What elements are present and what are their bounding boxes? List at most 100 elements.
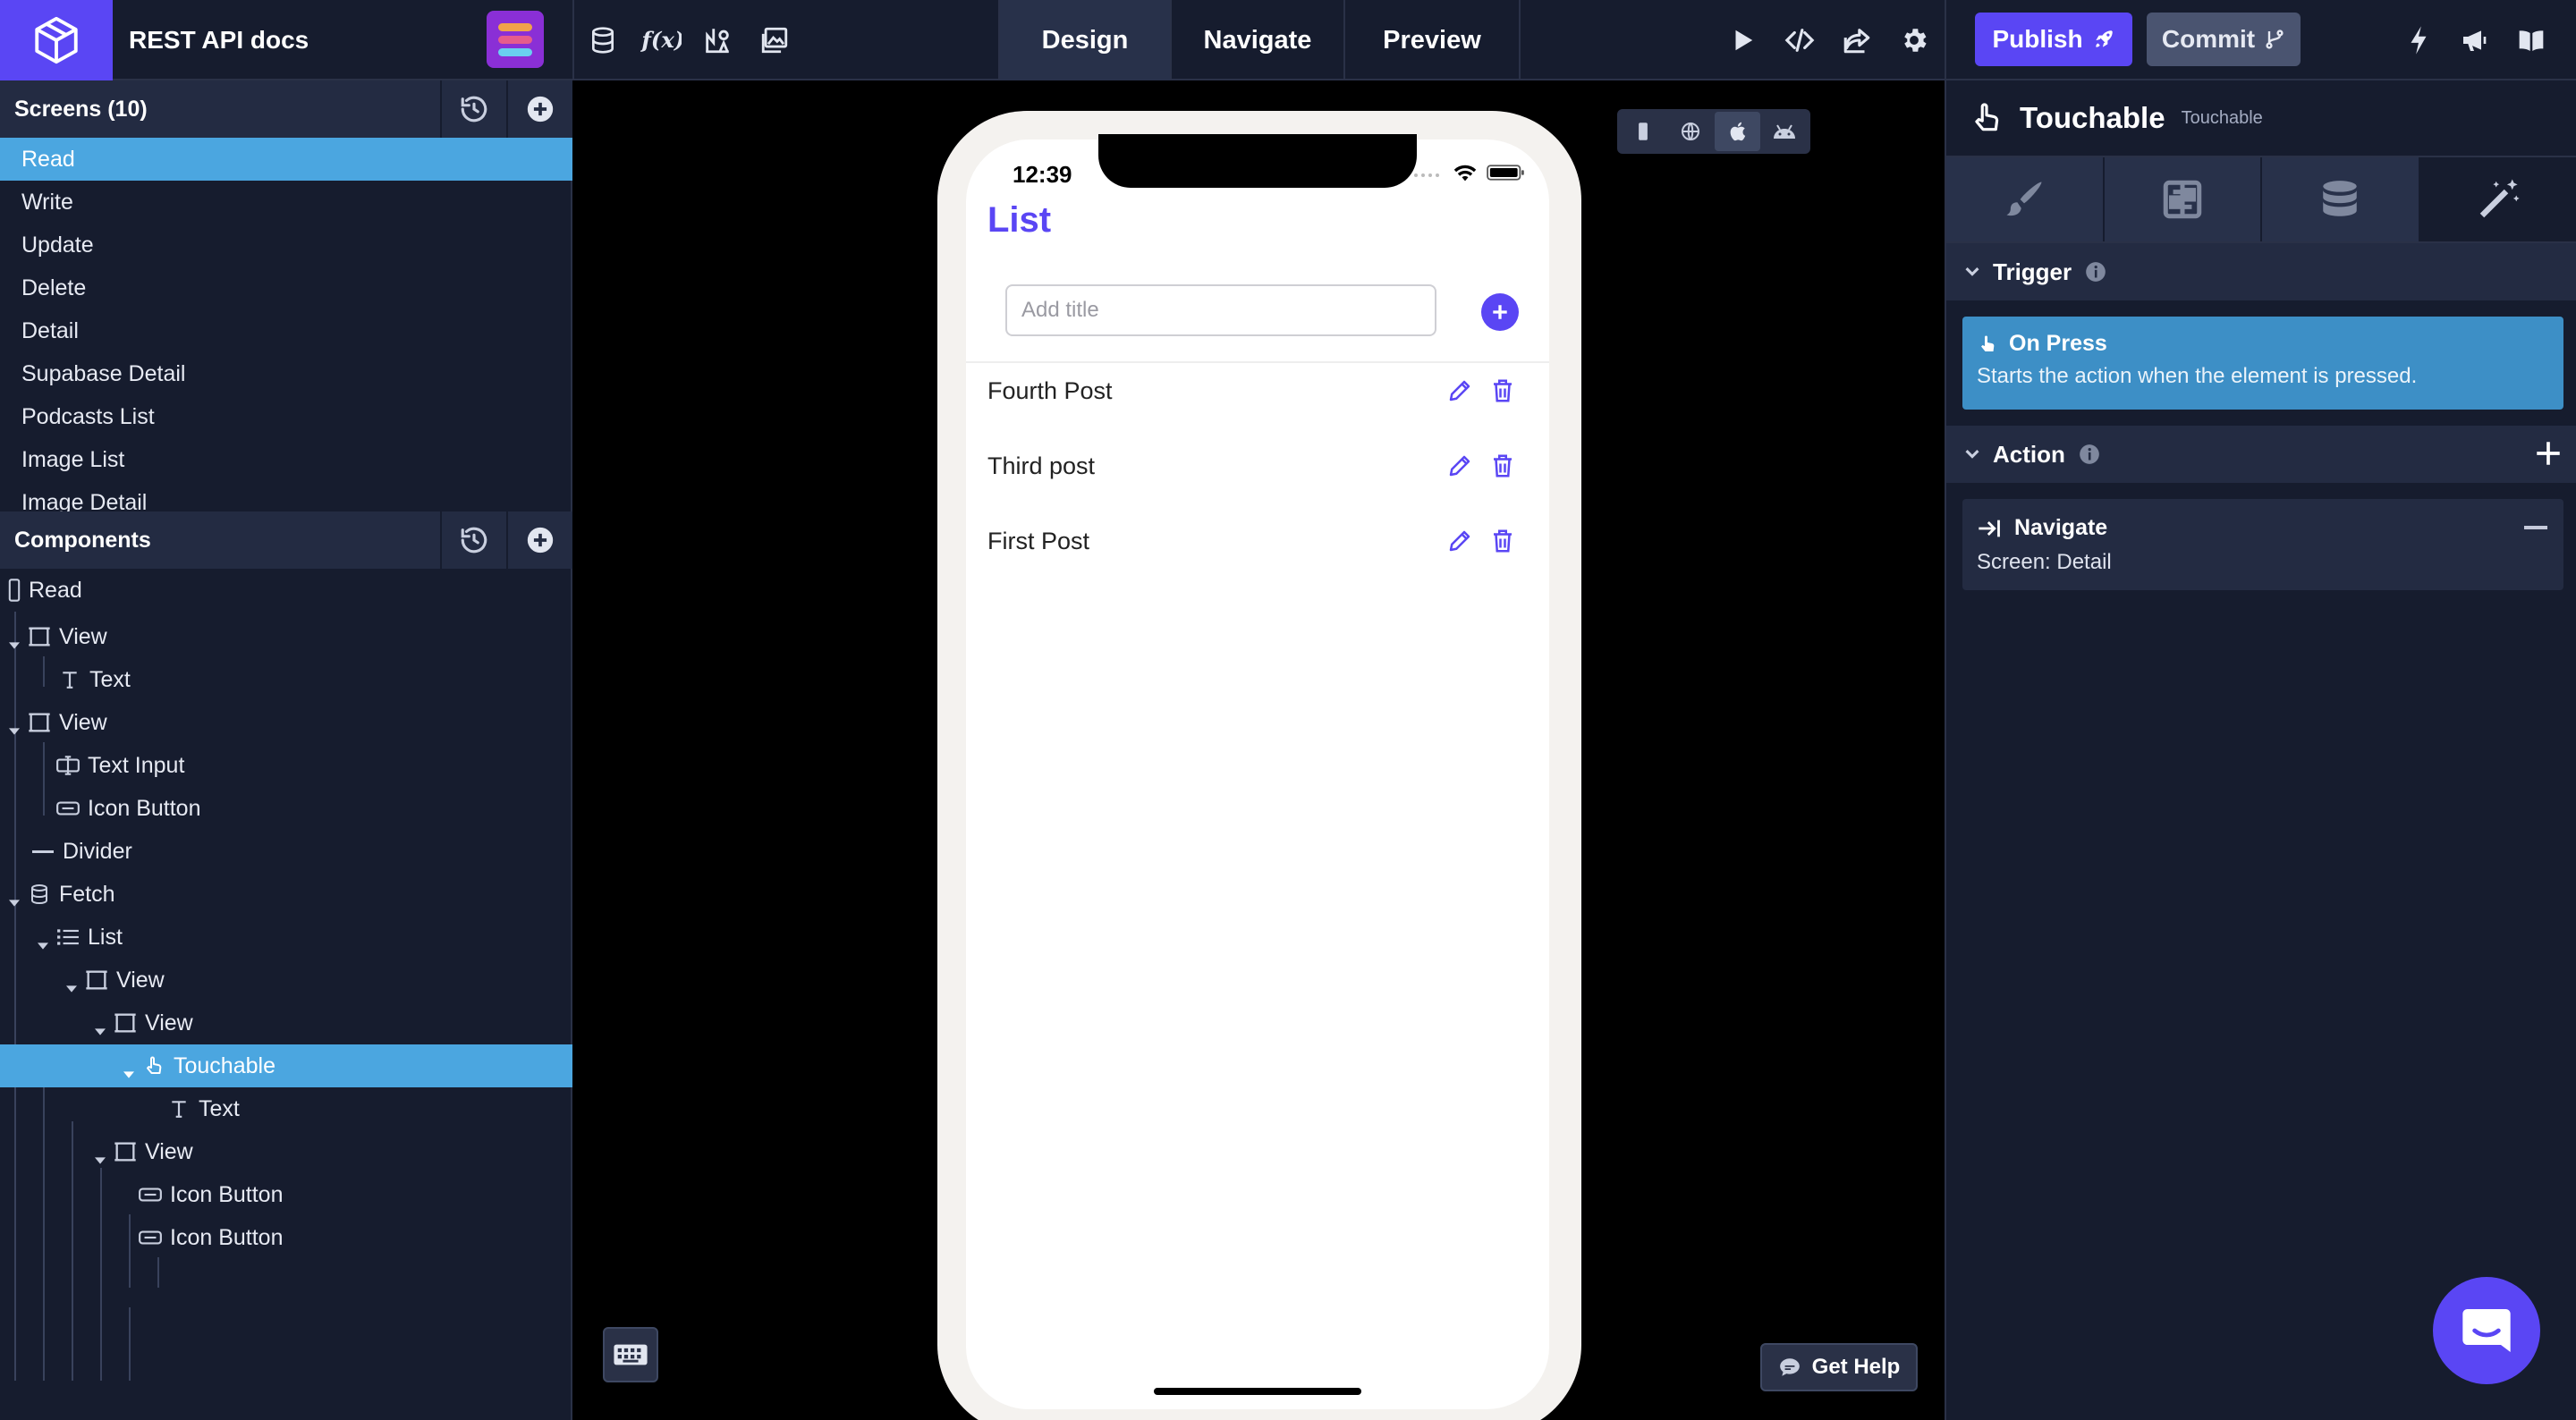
action-section-header[interactable]: Action [1946, 426, 2576, 483]
screen-item-supabase-detail[interactable]: Supabase Detail [0, 352, 572, 395]
screen-item-delete[interactable]: Delete [0, 266, 572, 309]
screen-item-detail[interactable]: Detail [0, 309, 572, 352]
phone-divider [966, 361, 1549, 363]
tree-node-icon-button[interactable]: Icon Button [0, 1216, 572, 1259]
tree-node-icon-button[interactable]: Icon Button [0, 1173, 572, 1216]
tree-node-icon-button[interactable]: Icon Button [0, 787, 572, 830]
tab-data[interactable] [2262, 157, 2420, 241]
delete-post-button[interactable] [1481, 444, 1524, 487]
brush-icon [2006, 182, 2042, 216]
tab-navigate[interactable]: Navigate [1172, 0, 1345, 80]
app-avatar[interactable] [487, 11, 544, 68]
keyboard-shortcuts-button[interactable] [603, 1327, 658, 1382]
tree-node-view[interactable]: View [0, 1002, 572, 1044]
add-screen-button[interactable] [506, 80, 572, 138]
trigger-card[interactable]: On Press Starts the action when the elem… [1962, 317, 2563, 410]
tree-node-text[interactable]: Text [0, 658, 572, 701]
edit-post-button[interactable] [1438, 520, 1481, 562]
tab-preview[interactable]: Preview [1345, 0, 1521, 80]
edit-post-button[interactable] [1438, 444, 1481, 487]
tab-style[interactable] [1946, 157, 2105, 241]
trigger-section-header[interactable]: Trigger [1946, 243, 2576, 300]
lightning-icon[interactable] [2401, 22, 2436, 58]
view-icon [113, 1010, 138, 1035]
inspector-title: Touchable [2020, 101, 2165, 134]
chevron-down-icon [95, 1146, 106, 1164]
tree-node-fetch[interactable]: Fetch [0, 873, 572, 916]
app-logo[interactable] [0, 0, 113, 80]
tree-node-view[interactable]: View [0, 959, 572, 1002]
megaphone-icon[interactable] [2456, 22, 2492, 58]
get-help-button[interactable]: Get Help [1760, 1343, 1918, 1391]
delete-post-button[interactable] [1481, 369, 1524, 412]
database-icon[interactable] [585, 22, 621, 58]
commit-button[interactable]: Commit [2147, 13, 2301, 66]
media-icon[interactable] [757, 22, 792, 58]
tree-node-list[interactable]: List [0, 916, 572, 959]
add-component-button[interactable] [506, 511, 572, 569]
remove-action-button[interactable] [2524, 526, 2547, 529]
book-icon[interactable] [2513, 22, 2549, 58]
android-icon[interactable] [1762, 112, 1808, 151]
tree-node-touchable[interactable]: Touchable [0, 1044, 572, 1087]
components-history-button[interactable] [440, 511, 506, 569]
assets-icon[interactable] [699, 22, 735, 58]
code-icon[interactable] [1782, 22, 1818, 58]
post-row[interactable]: Fourth Post [987, 368, 1524, 413]
tree-node-text[interactable]: Text [0, 1087, 572, 1130]
add-post-button[interactable] [1481, 293, 1519, 331]
tree-node-label: Touchable [174, 1052, 275, 1078]
add-title-input[interactable]: Add title [1005, 284, 1436, 336]
trash-icon [1494, 454, 1512, 478]
tab-interactions[interactable] [2419, 157, 2576, 241]
get-help-label: Get Help [1811, 1355, 1901, 1379]
settings-icon[interactable] [1896, 22, 1932, 58]
chevron-down-icon [66, 975, 77, 993]
app-title[interactable]: REST API docs [129, 0, 309, 80]
delete-post-button[interactable] [1481, 520, 1524, 562]
publish-button[interactable]: Publish [1975, 13, 2132, 66]
info-icon[interactable] [2078, 443, 2101, 466]
screen-item-podcasts-list[interactable]: Podcasts List [0, 395, 572, 438]
tree-node-label: Text [89, 666, 131, 692]
info-icon[interactable] [2084, 260, 2107, 283]
tree-node-view[interactable]: View [0, 1130, 572, 1173]
screen-item-image-detail[interactable]: Image Detail [0, 481, 572, 511]
action-card[interactable]: Navigate Screen: Detail [1962, 499, 2563, 590]
trigger-description: Starts the action when the element is pr… [1977, 364, 2418, 388]
screen-item-read[interactable]: Read [0, 138, 572, 181]
status-time: 12:39 [1013, 161, 1072, 188]
inspector-tabs [1946, 156, 2576, 243]
pencil-icon [1449, 380, 1470, 401]
tree-node-divider[interactable]: Divider [0, 830, 572, 873]
edit-post-button[interactable] [1438, 369, 1481, 412]
screens-history-button[interactable] [440, 80, 506, 138]
chevron-down-icon [123, 1061, 134, 1078]
mobile-icon[interactable] [1621, 112, 1666, 151]
tree-node-view[interactable]: View [0, 701, 572, 744]
tree-node-label: Divider [63, 838, 132, 864]
post-row[interactable]: Third post [987, 444, 1524, 488]
phone-notch [1098, 134, 1417, 188]
apple-icon[interactable] [1715, 112, 1760, 151]
tree-node-read[interactable]: Read [0, 569, 572, 612]
share-icon[interactable] [1839, 22, 1875, 58]
screen-item-update[interactable]: Update [0, 224, 572, 266]
tree-node-text-input[interactable]: Text Input [0, 744, 572, 787]
screen-item-image-list[interactable]: Image List [0, 438, 572, 481]
post-row[interactable]: First Post [987, 519, 1524, 563]
commit-label: Commit [2161, 25, 2256, 53]
screen-item-write[interactable]: Write [0, 181, 572, 224]
view-icon [84, 968, 109, 993]
formula-icon[interactable]: f(x) [640, 22, 682, 58]
chevron-down-icon [95, 1018, 106, 1035]
keyboard-icon [614, 1344, 648, 1365]
play-icon[interactable] [1724, 22, 1760, 58]
web-icon[interactable] [1668, 112, 1714, 151]
tab-design[interactable]: Design [1000, 0, 1172, 80]
screens-header: Screens (10) [0, 80, 572, 138]
support-chat-button[interactable] [2433, 1277, 2540, 1384]
add-action-icon[interactable] [2533, 438, 2563, 469]
tree-node-view[interactable]: View [0, 615, 572, 658]
tab-layout[interactable] [2104, 157, 2262, 241]
